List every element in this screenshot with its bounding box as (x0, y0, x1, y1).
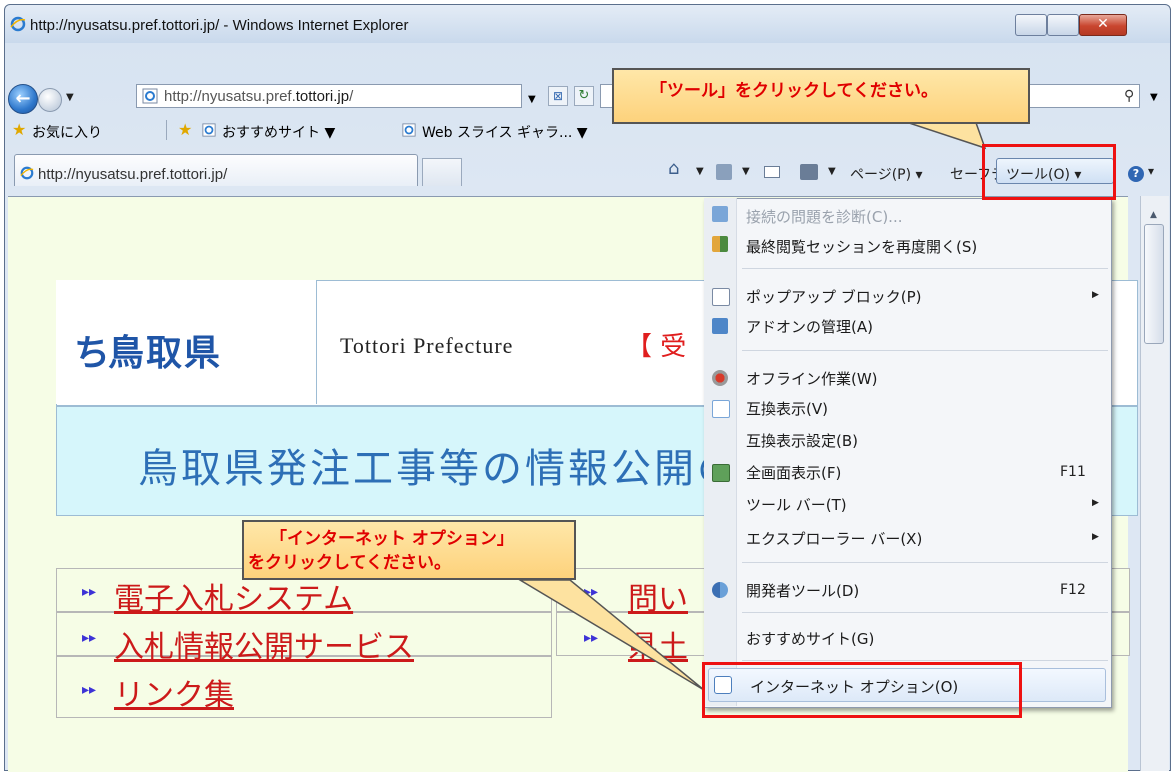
tools-highlight-box (982, 144, 1116, 200)
options-callout-line1: 「インターネット オプション」 (270, 529, 514, 549)
options-callout-line2: をクリックしてください。 (248, 553, 451, 573)
tools-callout-text: 「ツール」をクリックしてください。 (650, 81, 938, 101)
internet-options-highlight-box (702, 662, 1022, 718)
